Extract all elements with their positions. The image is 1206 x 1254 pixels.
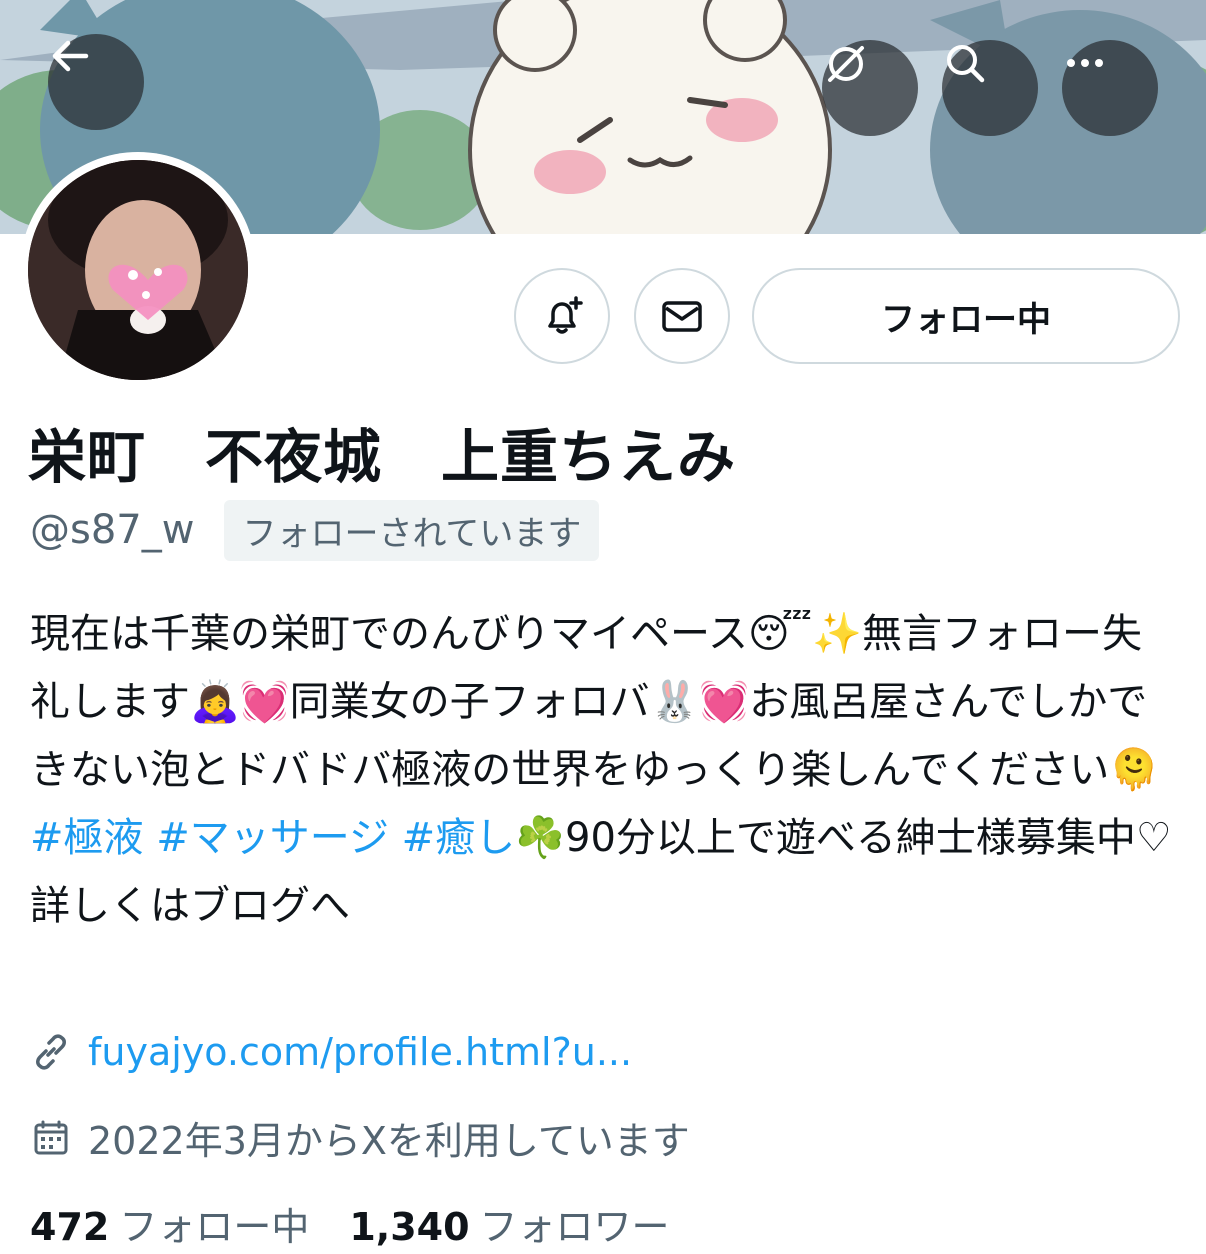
- slash-circle-icon: [828, 46, 864, 82]
- profile-bio: 現在は千葉の栄町でのんびりマイペース😴✨無言フォロー失礼します🙇‍♀️💓同業女の…: [30, 600, 1180, 940]
- website-link[interactable]: fuyajyo.com/profile.html?u...: [88, 1030, 632, 1074]
- translate-off-button[interactable]: [822, 40, 918, 136]
- hashtag-link[interactable]: #マッサージ: [156, 815, 389, 861]
- link-icon: [36, 1034, 66, 1070]
- followers-label: フォロワー: [479, 1205, 670, 1249]
- following-count: 472: [30, 1205, 110, 1249]
- message-button[interactable]: [634, 268, 730, 364]
- hashtag-link[interactable]: #癒し: [402, 815, 516, 861]
- followers-count: 1,340: [349, 1205, 470, 1249]
- followers-stat[interactable]: 1,340 フォロワー: [349, 1196, 669, 1251]
- search-button[interactable]: [942, 40, 1038, 136]
- handle-row: @s87_w フォローされています: [30, 499, 600, 561]
- display-name: 栄町 不夜城 上重ちえみ: [28, 423, 737, 491]
- search-icon: [947, 45, 985, 83]
- joined-row: 2022年3月からXを利用しています: [30, 1110, 690, 1165]
- avatar-illustration: [28, 160, 248, 380]
- notifications-button[interactable]: [514, 268, 610, 364]
- avatar-photo: [28, 160, 248, 380]
- back-button[interactable]: [48, 34, 144, 130]
- user-handle: @s87_w: [30, 507, 195, 553]
- calendar-icon: [34, 1120, 68, 1154]
- more-button[interactable]: [1062, 40, 1158, 136]
- follow-stats: 472 フォロー中 1,340 フォロワー: [30, 1196, 670, 1251]
- bio-text: 現在は千葉の栄町でのんびりマイペース😴✨無言フォロー失礼します🙇‍♀️💓同業女の…: [30, 611, 1160, 793]
- following-button-label: フォロー中: [881, 299, 1051, 340]
- follows-you-badge: フォローされています: [224, 499, 600, 561]
- hashtag-link[interactable]: #極液: [30, 815, 144, 861]
- bell-plus-icon: [548, 296, 583, 334]
- joined-date: 2022年3月からXを利用しています: [88, 1119, 690, 1163]
- envelope-icon: [662, 301, 702, 332]
- more-horizontal-icon: [1067, 59, 1103, 67]
- arrow-left-icon: [52, 40, 89, 72]
- following-stat[interactable]: 472 フォロー中: [30, 1196, 309, 1251]
- profile-avatar[interactable]: [20, 152, 256, 388]
- website-row: fuyajyo.com/profile.html?u...: [30, 1030, 632, 1074]
- following-label: フォロー中: [119, 1205, 310, 1249]
- following-button[interactable]: フォロー中: [752, 268, 1180, 364]
- profile-page: フォロー中 栄町 不夜城 上重ちえみ @s87_w フォローされています 現在は…: [0, 0, 1206, 1254]
